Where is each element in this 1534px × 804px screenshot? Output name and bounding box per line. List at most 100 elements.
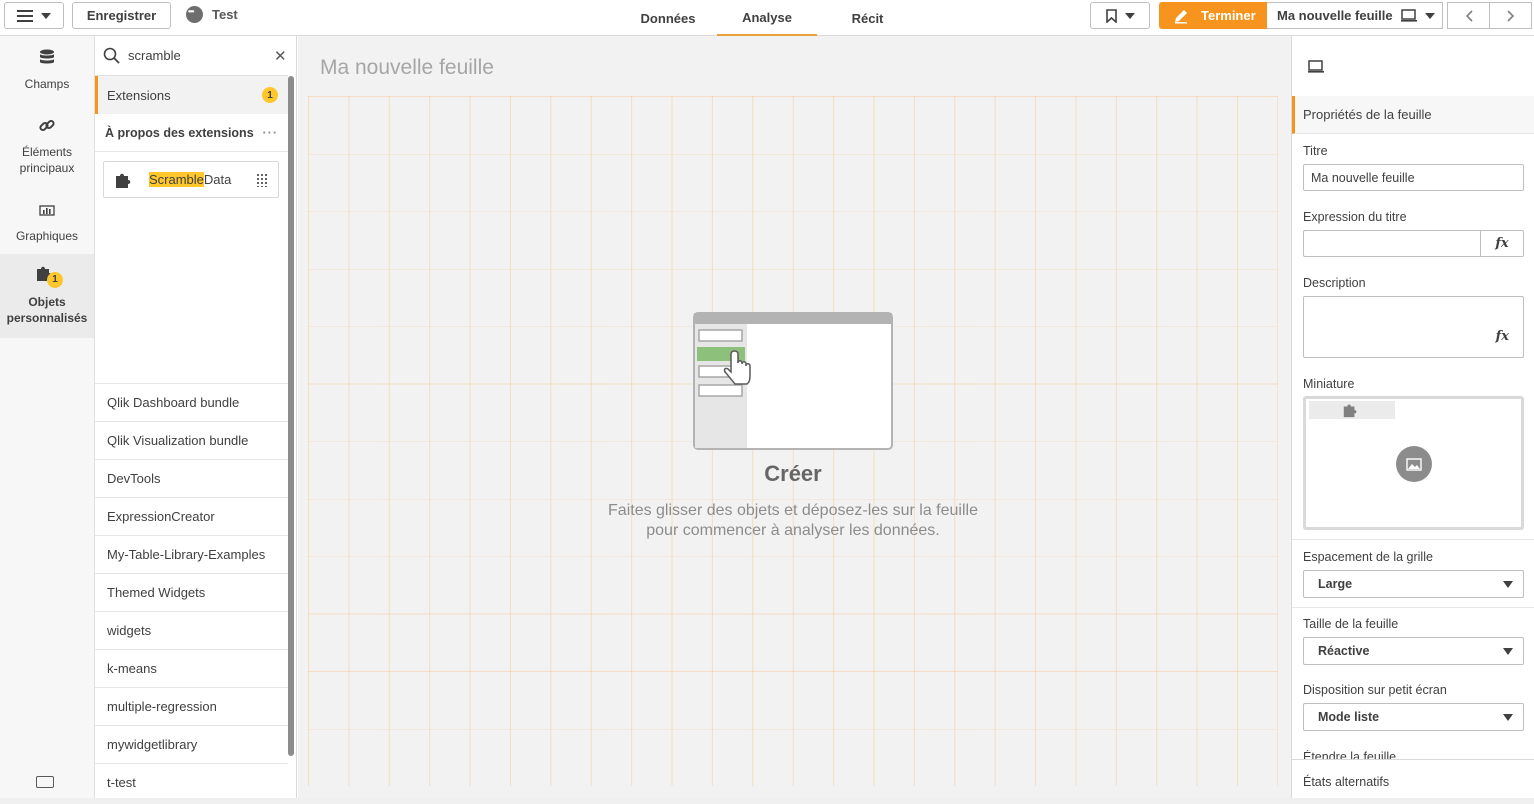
next-sheet-button[interactable]	[1489, 2, 1532, 29]
sheet-properties-header[interactable]: Propriétés de la feuille	[1292, 96, 1534, 134]
bundle-item[interactable]: multiple-regression	[95, 687, 288, 725]
bundle-item[interactable]: t-test	[95, 763, 288, 801]
done-editing-label: Terminer	[1201, 8, 1256, 23]
create-title: Créer	[764, 461, 822, 486]
rail-item-graphiques[interactable]: Graphiques	[0, 200, 94, 250]
title-expression-input[interactable]: fx	[1303, 230, 1524, 257]
tab-analyse[interactable]: Analyse	[717, 0, 817, 36]
about-extensions-row[interactable]: À propos des extensions ···	[95, 114, 288, 152]
custom-objects-badge: 1	[47, 272, 63, 288]
about-extensions-label: À propos des extensions	[105, 125, 254, 140]
previous-sheet-button[interactable]	[1447, 2, 1490, 29]
done-editing-button[interactable]: Terminer	[1159, 2, 1267, 29]
sheet-icon	[1400, 9, 1417, 22]
grid-spacing-label: Espacement de la grille	[1303, 550, 1433, 564]
chevron-right-icon	[1506, 9, 1514, 22]
extensions-count-badge: 1	[262, 87, 278, 103]
extension-card-label: ScrambleData	[149, 172, 231, 187]
thumbnail-preview	[1309, 401, 1395, 419]
extend-sheet-label: Étendre la feuille	[1303, 750, 1397, 759]
rail-item-label: Éléments principaux	[19, 145, 75, 175]
bundle-item[interactable]: mywidgetlibrary	[95, 725, 288, 763]
assets-panel: scramble ✕ Extensions 1 À propos des ext…	[95, 36, 297, 804]
title-input[interactable]: Ma nouvelle feuille	[1303, 164, 1524, 191]
bundle-item[interactable]: My-Table-Library-Examples	[95, 535, 288, 573]
dropdown-caret-icon	[1503, 648, 1513, 655]
bundle-item[interactable]: Qlik Visualization bundle	[95, 421, 288, 459]
small-screen-label: Disposition sur petit écran	[1303, 683, 1447, 697]
dropdown-caret-icon	[1503, 581, 1513, 588]
drag-drop-illustration	[693, 312, 893, 450]
add-image-button[interactable]	[1396, 446, 1432, 482]
title-expression-label: Expression du titre	[1303, 210, 1407, 224]
bundle-item[interactable]: widgets	[95, 611, 288, 649]
bundle-item[interactable]: k-means	[95, 649, 288, 687]
sheet-selector-label: Ma nouvelle feuille	[1277, 8, 1393, 23]
asset-navigation-rail: Champs Éléments principaux Graphiques 1 …	[0, 36, 95, 804]
search-box[interactable]: scramble ✕	[95, 36, 288, 76]
app-name-label: Test	[212, 7, 238, 22]
grid-spacing-value: Large	[1318, 577, 1353, 591]
small-screen-select[interactable]: Mode liste	[1303, 703, 1524, 731]
title-label: Titre	[1303, 144, 1328, 158]
chevron-down-icon	[1124, 12, 1135, 19]
sheet-size-label: Taille de la feuille	[1303, 617, 1399, 631]
pencil-icon	[1175, 9, 1187, 23]
clear-search-icon[interactable]: ✕	[274, 47, 287, 65]
bundle-list: Qlik Dashboard bundle Qlik Visualization…	[95, 383, 288, 801]
puzzle-icon	[116, 173, 131, 188]
assets-scrollbar[interactable]	[288, 76, 294, 756]
puzzle-icon	[1343, 404, 1357, 418]
sheet-title[interactable]: Ma nouvelle feuille	[320, 56, 494, 80]
grid-spacing-select[interactable]: Large	[1303, 570, 1524, 598]
create-hint-line1: Faites glisser des objets et déposez-les…	[608, 502, 978, 519]
divider	[1292, 607, 1534, 608]
global-menu-button[interactable]	[4, 2, 64, 29]
dropdown-caret-icon	[1503, 714, 1513, 721]
bookmarks-button[interactable]	[1090, 2, 1150, 29]
rail-item-objets-personnalises[interactable]: 1 Objets personnalisés	[0, 254, 94, 338]
more-options-icon[interactable]: ···	[263, 126, 279, 140]
variables-icon[interactable]	[36, 776, 54, 788]
sheet-canvas[interactable]: Ma nouvelle feuille Créer Faites glisser…	[298, 36, 1291, 804]
sheet-size-value: Réactive	[1318, 644, 1370, 658]
create-hint: Faites glisser des objets et déposez-les…	[588, 501, 998, 541]
sheet-selector[interactable]: Ma nouvelle feuille	[1267, 2, 1443, 29]
sheet-size-select[interactable]: Réactive	[1303, 637, 1524, 665]
create-hint-line2: pour commencer à analyser les données.	[646, 522, 940, 539]
rail-item-champs[interactable]: Champs	[0, 48, 94, 98]
thumbnail-label: Miniature	[1303, 377, 1355, 391]
tab-recit[interactable]: Récit	[830, 0, 905, 36]
hamburger-icon	[17, 9, 33, 22]
search-highlight: Scramble	[149, 172, 204, 187]
bundle-item[interactable]: Themed Widgets	[95, 573, 288, 611]
top-toolbar: Enregistrer Test Données Analyse Récit T…	[0, 0, 1534, 36]
rail-item-elements-principaux[interactable]: Éléments principaux	[0, 116, 94, 180]
chevron-left-icon	[1465, 9, 1473, 22]
divider	[1292, 539, 1534, 540]
bundle-item[interactable]: Qlik Dashboard bundle	[95, 383, 288, 421]
thumbnail-picker[interactable]	[1303, 396, 1524, 530]
drag-handle-icon[interactable]	[256, 173, 268, 187]
extension-card-scrambledata[interactable]: ScrambleData	[103, 161, 279, 198]
search-input[interactable]: scramble	[128, 48, 268, 63]
search-icon	[103, 47, 120, 64]
description-label: Description	[1303, 276, 1366, 290]
app-name[interactable]: Test	[186, 6, 238, 23]
app-options-icon	[186, 6, 203, 23]
description-expression-button[interactable]: fx	[1496, 329, 1509, 344]
image-icon	[1406, 457, 1422, 471]
extensions-section-header[interactable]: Extensions 1	[95, 76, 288, 114]
small-screen-value: Mode liste	[1318, 710, 1380, 724]
chevron-down-icon	[41, 12, 51, 19]
extensions-section-label: Extensions	[107, 87, 171, 103]
tab-donnees[interactable]: Données	[627, 0, 709, 36]
extension-card-label-rest: Data	[203, 172, 232, 187]
bundle-item[interactable]: DevTools	[95, 459, 288, 497]
save-button[interactable]: Enregistrer	[72, 2, 171, 29]
expression-editor-button[interactable]: fx	[1480, 231, 1523, 256]
bundle-item[interactable]: ExpressionCreator	[95, 497, 288, 535]
description-textarea[interactable]: fx	[1303, 296, 1524, 358]
rail-item-label: Graphiques	[15, 229, 79, 243]
rail-item-label: Objets personnalisés	[6, 295, 88, 325]
